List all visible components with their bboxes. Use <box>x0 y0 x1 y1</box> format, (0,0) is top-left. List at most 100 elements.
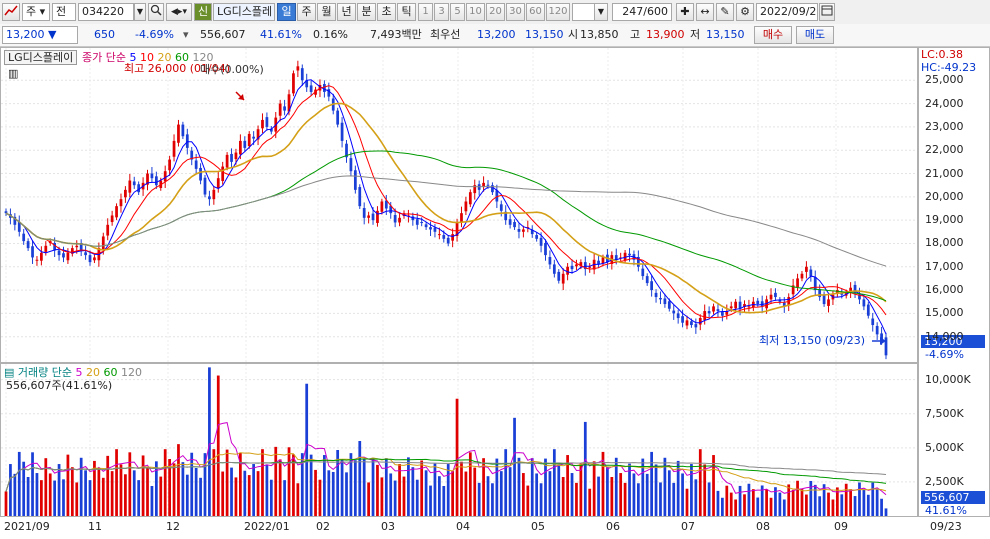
volume-bar <box>592 461 596 516</box>
candle-body <box>239 140 242 155</box>
volume-bar <box>703 464 707 516</box>
volume-bar <box>526 485 530 516</box>
volume-bar <box>539 483 543 516</box>
volume-bar <box>654 464 658 516</box>
volume-bar <box>376 464 379 516</box>
volume-bar <box>818 496 822 516</box>
candle-body <box>349 158 353 172</box>
candle-body <box>185 134 189 148</box>
candle-body <box>119 199 123 207</box>
x-axis-label: 06 <box>606 520 620 533</box>
candle-body <box>115 206 118 218</box>
volume-bar <box>844 483 848 516</box>
candle-body <box>212 189 216 200</box>
volume-bar <box>225 449 229 516</box>
volume-bar <box>548 471 552 516</box>
volume-bar <box>4 491 8 516</box>
volume-bar <box>743 494 746 516</box>
volume-bar <box>88 480 92 516</box>
candle-body <box>588 266 592 268</box>
candle-body <box>371 213 375 221</box>
volume-bar <box>606 467 609 516</box>
candle-body <box>800 273 804 279</box>
volume-legend-icon: ▤ <box>4 366 15 379</box>
candle-body <box>362 208 366 218</box>
volume-bar <box>782 499 786 516</box>
volume-bar <box>809 480 813 516</box>
volume-bar <box>283 480 286 516</box>
candle-body <box>650 281 653 291</box>
volume-bar <box>579 463 583 516</box>
candle-body <box>323 84 326 92</box>
volume-bar <box>119 464 123 516</box>
volume-bar <box>84 470 87 516</box>
volume-bar <box>787 484 791 516</box>
candle-body <box>513 222 516 228</box>
volume-bar <box>522 473 525 516</box>
volume-bar <box>694 479 698 516</box>
candle-body <box>667 301 671 309</box>
volume-bar <box>508 467 512 516</box>
current-volume-text: 556,607주(41.61%) <box>6 379 113 392</box>
volume-bar <box>517 457 521 516</box>
candle-body <box>340 122 344 141</box>
volume-bar <box>827 492 830 516</box>
candle-body <box>199 167 202 181</box>
volume-bar <box>858 482 861 516</box>
candle-body <box>557 271 561 281</box>
volume-bar <box>402 476 406 516</box>
price-axis-tick: 17,000 <box>925 259 964 273</box>
volume-bar <box>504 449 508 516</box>
volume-bar <box>309 454 313 516</box>
volume-legend: ▤ 거래량 단순 5 20 60 120 <box>4 366 142 379</box>
candle-body <box>659 298 662 300</box>
candle-body <box>124 189 127 198</box>
candle-body <box>486 184 490 186</box>
candle-body <box>544 242 547 256</box>
x-axis-right-label: 09/23 <box>930 520 962 533</box>
candle-body <box>539 237 543 246</box>
candle-body <box>168 159 171 171</box>
candle-body <box>703 311 707 320</box>
candle-body <box>601 257 605 264</box>
volume-bar <box>97 468 101 516</box>
volume-bar <box>208 367 211 516</box>
candle-body <box>230 153 233 162</box>
volume-bar <box>274 446 278 516</box>
volume-bar <box>707 482 711 516</box>
volume-bar <box>393 480 397 516</box>
volume-bar <box>256 471 260 516</box>
volume-bar <box>721 497 724 516</box>
candle-body <box>278 103 282 116</box>
volume-bar <box>659 482 662 516</box>
volume-bar <box>62 479 65 516</box>
volume-bar <box>610 477 614 516</box>
volume-bar <box>269 479 273 516</box>
candle-body <box>796 278 799 288</box>
volume-bar <box>499 471 503 516</box>
hc-label: HC:-49.23 <box>921 61 977 74</box>
volume-legend-title: 거래량 단순 <box>17 366 73 379</box>
min-price-label: 최저 13,150 (09/23) <box>759 334 866 347</box>
volume-axis-tick: 7,500K <box>925 406 964 420</box>
volume-bar <box>243 470 247 516</box>
candle-body <box>243 140 247 148</box>
x-axis-label: 2021/09 <box>4 520 50 533</box>
volume-axis-tick: 5,000K <box>925 440 964 454</box>
candle-body <box>150 173 154 179</box>
volume-legend-20: 20 <box>86 366 101 379</box>
stock-chart-canvas[interactable] <box>0 0 990 539</box>
volume-bar <box>513 417 516 516</box>
volume-bar <box>172 463 176 516</box>
volume-bar <box>446 464 450 516</box>
candle-body <box>216 178 220 188</box>
candle-body <box>460 213 463 223</box>
volume-bar <box>415 479 419 516</box>
candle-body <box>132 181 136 186</box>
candle-body <box>380 201 384 212</box>
candle-body <box>499 204 503 211</box>
volume-bar <box>40 480 43 516</box>
candle-body <box>437 234 441 236</box>
candle-body <box>358 187 362 207</box>
candle-body <box>871 318 875 326</box>
